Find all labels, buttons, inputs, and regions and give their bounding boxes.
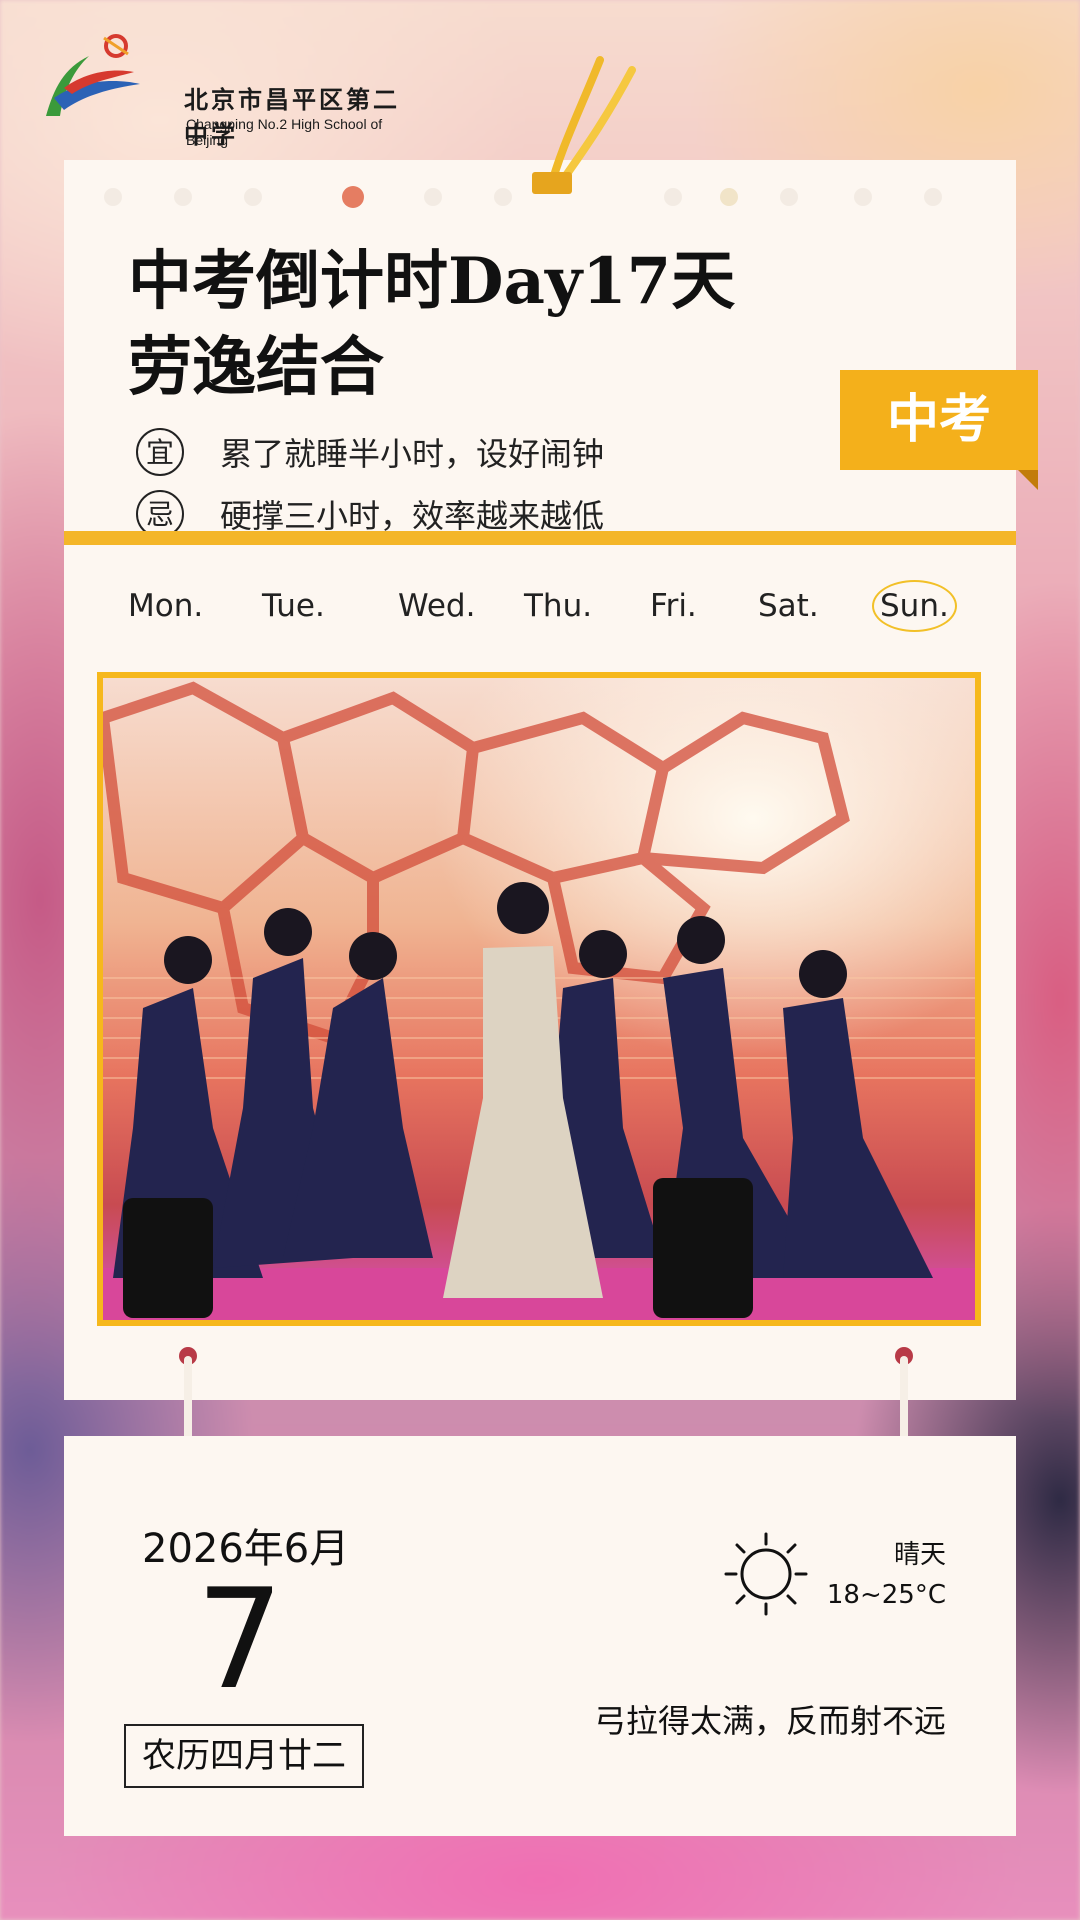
divider-line [64,531,1016,545]
binding-hole [104,188,122,206]
lunar-date: 农历四月廿二 [124,1724,364,1788]
weekday-fri: Fri. [650,588,697,624]
exam-tag: 中考 [840,370,1038,470]
binding-hole [424,188,442,206]
weekday-row: Mon. Tue. Wed. Thu. Fri. Sat. Sun. [64,580,1016,638]
badge-suitable: 宜 [136,428,184,476]
school-logo: 北京市昌平区第二中学 Changping No.2 High School of… [34,28,414,149]
weekday-wed: Wed. [398,588,476,624]
binding-hole [174,188,192,206]
daily-motto: 弓拉得太满，反而射不远 [593,1702,946,1740]
weekday-mon: Mon. [128,588,204,624]
rule-suitable: 宜 累了就睡半小时，设好闹钟 [136,428,604,476]
page-subtitle: 劳逸结合 [128,330,384,405]
performance-photo [97,672,981,1326]
stage-illustration [103,681,975,1320]
tag-fold [1018,470,1038,490]
weekday-sat: Sat. [758,588,819,624]
binding-hole [924,188,942,206]
binding-hole [494,188,512,206]
school-name-en: Changping No.2 High School of Beijing [186,116,383,148]
binding-hole [780,188,798,206]
hanging-clip-icon [532,56,636,194]
weekday-sun-active: Sun. [872,580,957,632]
page-title: 中考倒计时Day17天 [128,244,736,319]
weather-condition: 晴天 [893,1540,946,1570]
binding-hole [854,188,872,206]
school-emblem-icon [46,34,140,116]
sun-icon [724,1532,808,1616]
binding-hole [664,188,682,206]
weekday-thu: Thu. [524,588,593,624]
temperature-range: 18~25°C [826,1580,946,1610]
binding-hole-accent [342,186,364,208]
weekday-tue: Tue. [262,588,325,624]
binding-hole [244,188,262,206]
day-number: 7 [196,1559,284,1720]
binding-hole [720,188,738,206]
rule-suitable-text: 累了就睡半小时，设好闹钟 [220,435,605,473]
